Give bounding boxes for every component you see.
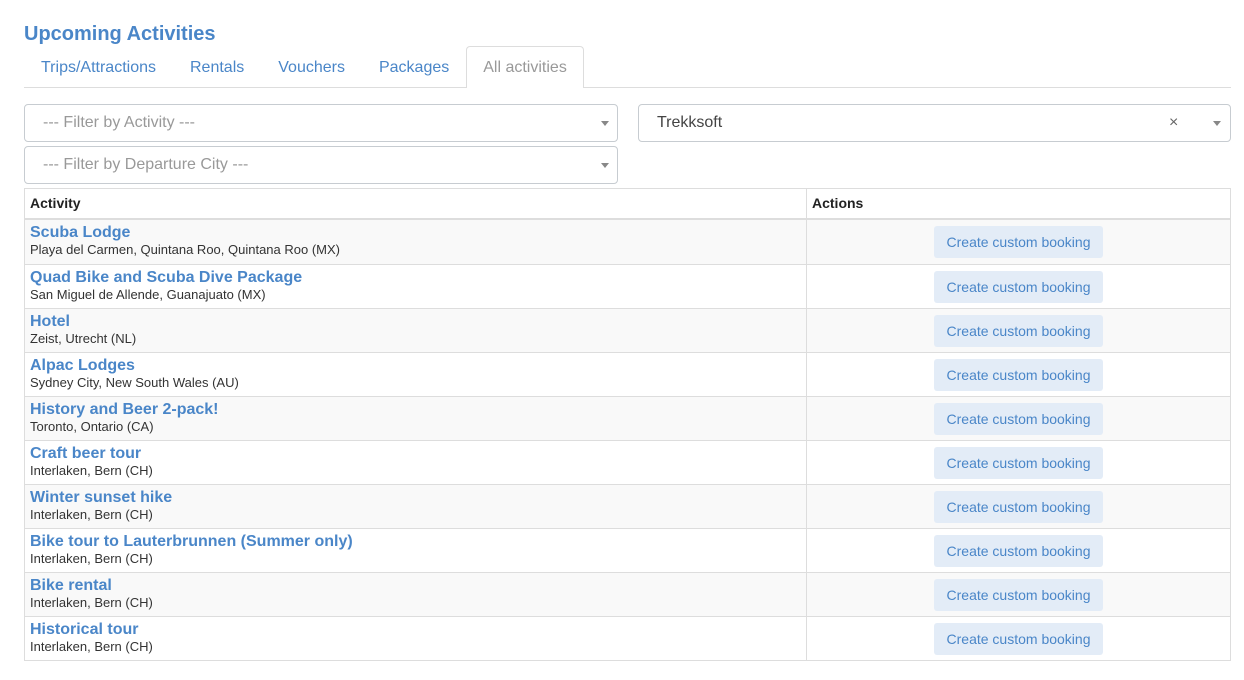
activity-location: Interlaken, Bern (CH) [30, 463, 153, 478]
create-custom-booking-button[interactable]: Create custom booking [933, 622, 1104, 655]
actions-cell: Create custom booking [807, 220, 1230, 264]
create-custom-booking-button[interactable]: Create custom booking [933, 534, 1104, 567]
caret-down-icon [1213, 121, 1221, 126]
activity-column-header: Activity [25, 189, 807, 218]
activity-link[interactable]: Hotel [30, 313, 806, 331]
create-custom-booking-button[interactable]: Create custom booking [933, 226, 1104, 258]
activity-cell: Quad Bike and Scuba Dive Package San Mig… [25, 265, 807, 308]
activity-location: San Miguel de Allende, Guanajuato (MX) [30, 287, 266, 302]
activity-link[interactable]: Alpac Lodges [30, 357, 806, 375]
create-custom-booking-button[interactable]: Create custom booking [933, 270, 1104, 303]
table-row: Quad Bike and Scuba Dive Package San Mig… [25, 264, 1230, 308]
tab-rentals[interactable]: Rentals [173, 46, 261, 86]
actions-cell: Create custom booking [807, 529, 1230, 572]
tab-all-activities[interactable]: All activities [466, 46, 584, 88]
activity-link[interactable]: Scuba Lodge [30, 224, 806, 242]
actions-cell: Create custom booking [807, 441, 1230, 484]
activity-link[interactable]: Bike tour to Lauterbrunnen (Summer only) [30, 533, 806, 551]
departure-city-filter-select[interactable]: --- Filter by Departure City --- [24, 146, 618, 184]
activity-link[interactable]: Quad Bike and Scuba Dive Package [30, 269, 806, 287]
tab-vouchers[interactable]: Vouchers [261, 46, 362, 86]
activity-link[interactable]: Craft beer tour [30, 445, 806, 463]
activity-location: Sydney City, New South Wales (AU) [30, 375, 239, 390]
table-row: Bike tour to Lauterbrunnen (Summer only)… [25, 528, 1230, 572]
activity-cell: History and Beer 2-pack! Toronto, Ontari… [25, 397, 807, 440]
activity-location: Interlaken, Bern (CH) [30, 639, 153, 654]
table-body: Scuba Lodge Playa del Carmen, Quintana R… [25, 220, 1230, 660]
activity-tabs: Trips/Attractions Rentals Vouchers Packa… [24, 46, 1231, 88]
table-row: Alpac Lodges Sydney City, New South Wale… [25, 352, 1230, 396]
actions-cell: Create custom booking [807, 485, 1230, 528]
table-row: Winter sunset hike Interlaken, Bern (CH)… [25, 484, 1230, 528]
activity-cell: Hotel Zeist, Utrecht (NL) [25, 309, 807, 352]
activity-location: Zeist, Utrecht (NL) [30, 331, 137, 346]
table-row: Hotel Zeist, Utrecht (NL) Create custom … [25, 308, 1230, 352]
table-row: Craft beer tour Interlaken, Bern (CH) Cr… [25, 440, 1230, 484]
activity-cell: Historical tour Interlaken, Bern (CH) [25, 617, 807, 660]
activity-cell: Craft beer tour Interlaken, Bern (CH) [25, 441, 807, 484]
actions-column-header: Actions [812, 195, 864, 211]
table-row: History and Beer 2-pack! Toronto, Ontari… [25, 396, 1230, 440]
activity-link[interactable]: Bike rental [30, 577, 806, 595]
create-custom-booking-button[interactable]: Create custom booking [933, 446, 1104, 479]
activity-link[interactable]: Historical tour [30, 621, 806, 639]
activities-table: Activity Actions Scuba Lodge Playa del C… [24, 188, 1231, 661]
activity-location: Interlaken, Bern (CH) [30, 551, 153, 566]
page-title: Upcoming Activities [24, 23, 216, 45]
table-row: Bike rental Interlaken, Bern (CH) Create… [25, 572, 1230, 616]
create-custom-booking-button[interactable]: Create custom booking [933, 490, 1104, 523]
caret-down-icon [601, 163, 609, 168]
activity-cell: Scuba Lodge Playa del Carmen, Quintana R… [25, 220, 807, 264]
create-custom-booking-button[interactable]: Create custom booking [933, 578, 1104, 611]
page: Upcoming Activities Trips/Attractions Re… [0, 0, 1244, 680]
table-row: Scuba Lodge Playa del Carmen, Quintana R… [25, 220, 1230, 264]
activity-filter-select[interactable]: --- Filter by Activity --- [24, 104, 618, 142]
activity-location: Toronto, Ontario (CA) [30, 419, 154, 434]
caret-down-icon [601, 121, 609, 126]
actions-cell: Create custom booking [807, 617, 1230, 660]
table-row: Historical tour Interlaken, Bern (CH) Cr… [25, 616, 1230, 660]
table-header: Activity Actions [25, 189, 1230, 220]
provider-select[interactable]: Trekksoft × [638, 104, 1231, 142]
provider-select-value: Trekksoft [657, 114, 723, 131]
actions-cell: Create custom booking [807, 397, 1230, 440]
tab-packages[interactable]: Packages [362, 46, 466, 86]
activity-location: Interlaken, Bern (CH) [30, 507, 153, 522]
actions-cell: Create custom booking [807, 353, 1230, 396]
create-custom-booking-button[interactable]: Create custom booking [933, 358, 1104, 391]
activity-filter-placeholder: --- Filter by Activity --- [43, 114, 195, 131]
activity-cell: Bike tour to Lauterbrunnen (Summer only)… [25, 529, 807, 572]
activity-location: Playa del Carmen, Quintana Roo, Quintana… [30, 242, 340, 257]
activity-cell: Winter sunset hike Interlaken, Bern (CH) [25, 485, 807, 528]
activity-cell: Bike rental Interlaken, Bern (CH) [25, 573, 807, 616]
activity-link[interactable]: History and Beer 2-pack! [30, 401, 806, 419]
actions-cell: Create custom booking [807, 573, 1230, 616]
actions-cell: Create custom booking [807, 309, 1230, 352]
departure-city-filter-placeholder: --- Filter by Departure City --- [43, 156, 249, 173]
activity-link[interactable]: Winter sunset hike [30, 489, 806, 507]
tab-trips-attractions[interactable]: Trips/Attractions [24, 46, 173, 86]
create-custom-booking-button[interactable]: Create custom booking [933, 314, 1104, 347]
create-custom-booking-button[interactable]: Create custom booking [933, 402, 1104, 435]
activity-cell: Alpac Lodges Sydney City, New South Wale… [25, 353, 807, 396]
activity-location: Interlaken, Bern (CH) [30, 595, 153, 610]
actions-cell: Create custom booking [807, 265, 1230, 308]
clear-icon[interactable]: × [1169, 105, 1178, 141]
